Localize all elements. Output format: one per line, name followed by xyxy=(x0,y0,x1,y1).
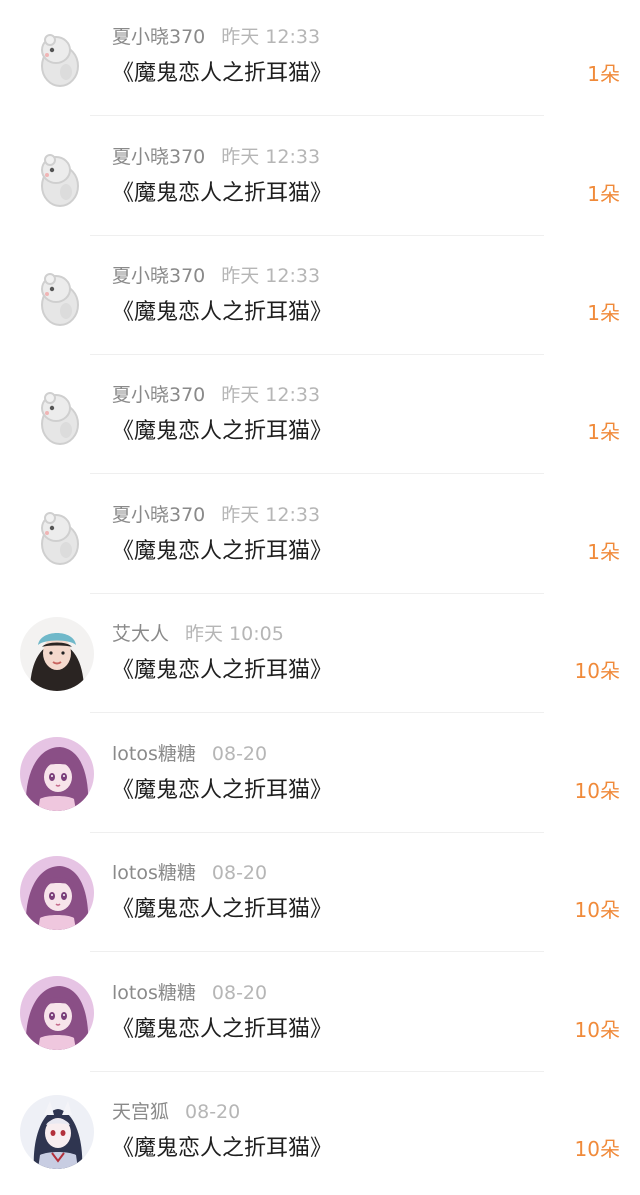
user-name[interactable]: lotos糖糖 xyxy=(112,743,196,765)
gift-time: 昨天 12:33 xyxy=(221,146,321,168)
gift-time: 昨天 12:33 xyxy=(221,265,321,287)
gift-amount: 1朵 xyxy=(587,182,620,206)
row-meta: lotos糖糖 08-20 xyxy=(112,739,267,769)
gift-row[interactable]: lotos糖糖 08-20 《魔鬼恋人之折耳猫》 10朵 xyxy=(0,717,640,837)
row-divider xyxy=(90,354,544,355)
row-meta: 夏小晓370 昨天 12:33 xyxy=(112,380,320,410)
gift-time: 08-20 xyxy=(211,862,268,884)
gift-row[interactable]: 夏小晓370 昨天 12:33 《魔鬼恋人之折耳猫》 1朵 xyxy=(0,239,640,359)
work-title[interactable]: 《魔鬼恋人之折耳猫》 xyxy=(112,295,332,331)
work-title[interactable]: 《魔鬼恋人之折耳猫》 xyxy=(112,653,332,689)
hamster-icon[interactable] xyxy=(20,259,94,333)
gift-row[interactable]: 夏小晓370 昨天 12:33 《魔鬼恋人之折耳猫》 1朵 xyxy=(0,120,640,240)
hamster-icon[interactable] xyxy=(20,140,94,214)
user-name[interactable]: 夏小晓370 xyxy=(112,26,205,48)
row-meta: lotos糖糖 08-20 xyxy=(112,978,267,1008)
girl-photo-avatar[interactable] xyxy=(20,617,94,691)
row-divider xyxy=(90,1071,544,1072)
work-title[interactable]: 《魔鬼恋人之折耳猫》 xyxy=(112,414,332,450)
gift-row[interactable]: 天宫狐 08-20 《魔鬼恋人之折耳猫》 10朵 xyxy=(0,1075,640,1195)
hamster-icon[interactable] xyxy=(20,498,94,572)
gift-amount: 1朵 xyxy=(587,420,620,444)
user-name[interactable]: 夏小晓370 xyxy=(112,384,205,406)
row-meta: 艾大人 昨天 10:05 xyxy=(112,619,284,649)
row-divider xyxy=(90,473,544,474)
anime-girl-avatar[interactable] xyxy=(20,976,94,1050)
user-name[interactable]: 夏小晓370 xyxy=(112,265,205,287)
work-title[interactable]: 《魔鬼恋人之折耳猫》 xyxy=(112,56,332,92)
row-meta: 夏小晓370 昨天 12:33 xyxy=(112,261,320,291)
work-title[interactable]: 《魔鬼恋人之折耳猫》 xyxy=(112,534,332,570)
user-name[interactable]: lotos糖糖 xyxy=(112,982,196,1004)
row-divider xyxy=(90,593,544,594)
row-divider xyxy=(90,115,544,116)
row-divider xyxy=(90,712,544,713)
gift-row[interactable]: 夏小晓370 昨天 12:33 《魔鬼恋人之折耳猫》 1朵 xyxy=(0,0,640,120)
gift-time: 昨天 10:05 xyxy=(185,623,284,645)
anime-girl-avatar[interactable] xyxy=(20,737,94,811)
row-meta: 夏小晓370 昨天 12:33 xyxy=(112,142,320,172)
gift-amount: 10朵 xyxy=(574,898,620,922)
user-name[interactable]: 天宫狐 xyxy=(112,1101,169,1123)
row-meta: lotos糖糖 08-20 xyxy=(112,858,267,888)
row-divider xyxy=(90,951,544,952)
gift-time: 昨天 12:33 xyxy=(221,26,321,48)
gift-time: 昨天 12:33 xyxy=(221,504,321,526)
gift-amount: 10朵 xyxy=(574,779,620,803)
user-name[interactable]: 夏小晓370 xyxy=(112,504,205,526)
gift-amount: 10朵 xyxy=(574,1018,620,1042)
user-name[interactable]: 夏小晓370 xyxy=(112,146,205,168)
work-title[interactable]: 《魔鬼恋人之折耳猫》 xyxy=(112,1131,332,1167)
gift-time: 昨天 12:33 xyxy=(221,384,321,406)
work-title[interactable]: 《魔鬼恋人之折耳猫》 xyxy=(112,773,332,809)
row-meta: 夏小晓370 昨天 12:33 xyxy=(112,500,320,530)
gift-row[interactable]: lotos糖糖 08-20 《魔鬼恋人之折耳猫》 10朵 xyxy=(0,836,640,956)
anime-girl-avatar[interactable] xyxy=(20,856,94,930)
row-divider xyxy=(90,832,544,833)
gift-amount: 1朵 xyxy=(587,301,620,325)
gift-row[interactable]: lotos糖糖 08-20 《魔鬼恋人之折耳猫》 10朵 xyxy=(0,956,640,1076)
work-title[interactable]: 《魔鬼恋人之折耳猫》 xyxy=(112,176,332,212)
row-meta: 天宫狐 08-20 xyxy=(112,1097,240,1127)
gift-list: 夏小晓370 昨天 12:33 《魔鬼恋人之折耳猫》 1朵 夏小晓370 昨天 12… xyxy=(0,0,640,1190)
gift-amount: 1朵 xyxy=(587,62,620,86)
gift-amount: 1朵 xyxy=(587,540,620,564)
user-name[interactable]: 艾大人 xyxy=(112,623,169,645)
gift-amount: 10朵 xyxy=(574,659,620,683)
gift-amount: 10朵 xyxy=(574,1137,620,1161)
gift-time: 08-20 xyxy=(185,1101,241,1123)
row-divider xyxy=(90,235,544,236)
row-meta: 夏小晓370 昨天 12:33 xyxy=(112,22,320,52)
gift-row[interactable]: 夏小晓370 昨天 12:33 《魔鬼恋人之折耳猫》 1朵 xyxy=(0,478,640,598)
work-title[interactable]: 《魔鬼恋人之折耳猫》 xyxy=(112,1012,332,1048)
gift-time: 08-20 xyxy=(211,743,268,765)
hamster-icon[interactable] xyxy=(20,20,94,94)
hamster-icon[interactable] xyxy=(20,378,94,452)
work-title[interactable]: 《魔鬼恋人之折耳猫》 xyxy=(112,892,332,928)
gift-row[interactable]: 艾大人 昨天 10:05 《魔鬼恋人之折耳猫》 10朵 xyxy=(0,597,640,717)
user-name[interactable]: lotos糖糖 xyxy=(112,862,196,884)
gift-row[interactable]: 夏小晓370 昨天 12:33 《魔鬼恋人之折耳猫》 1朵 xyxy=(0,358,640,478)
gift-time: 08-20 xyxy=(211,982,268,1004)
anime-fox-avatar[interactable] xyxy=(20,1095,94,1169)
